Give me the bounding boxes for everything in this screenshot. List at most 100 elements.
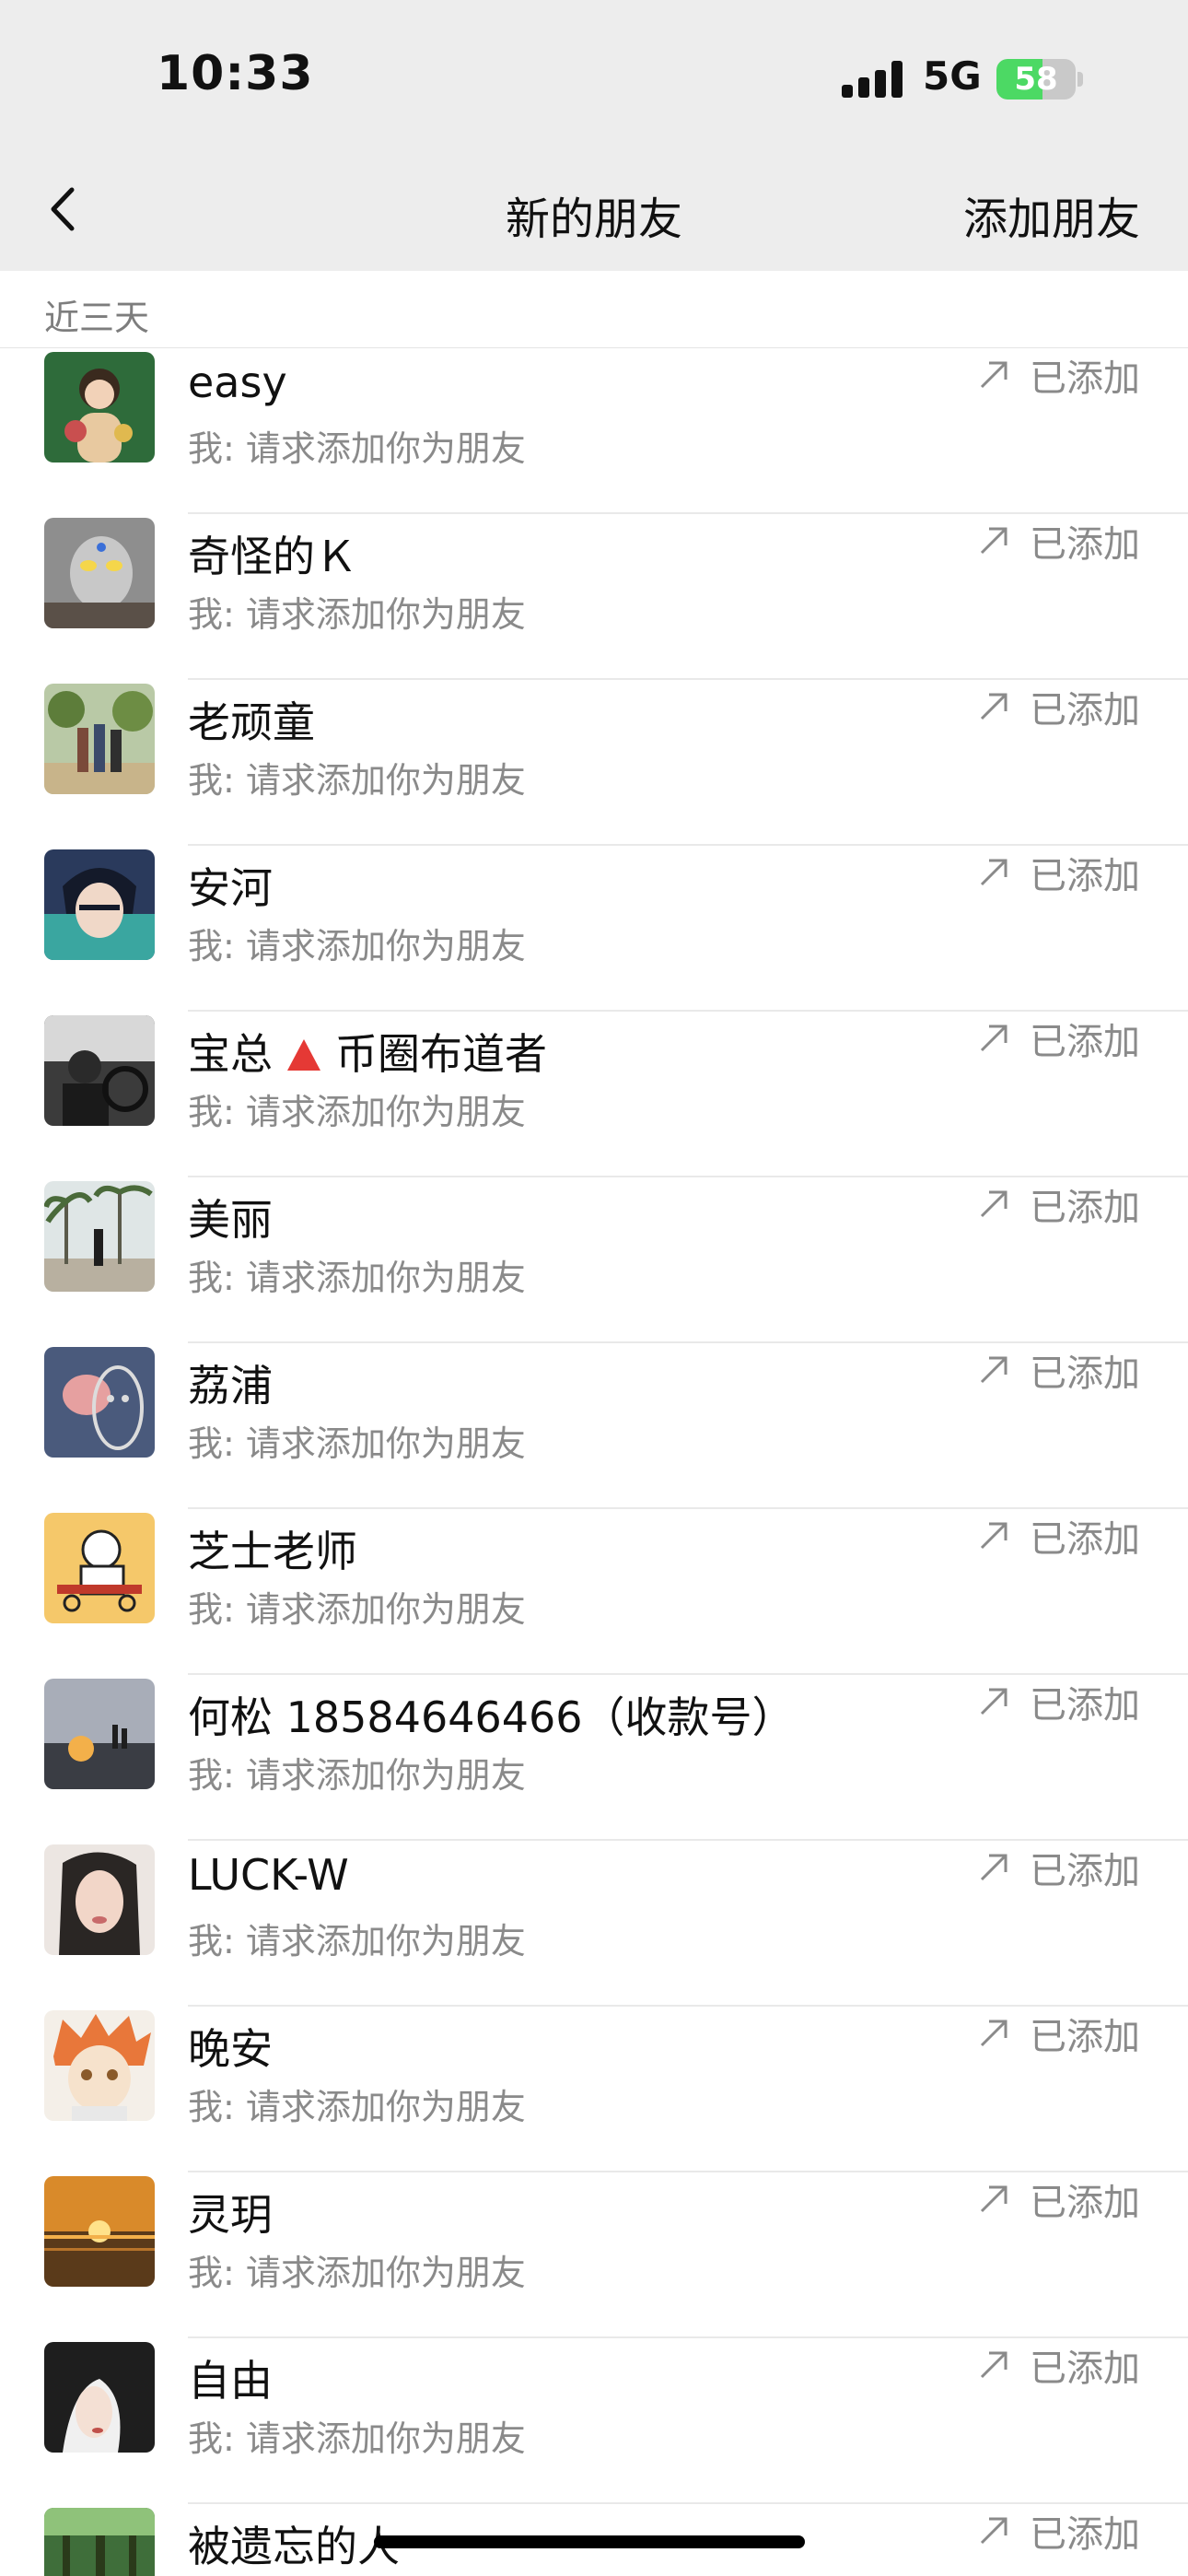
request-message: 我: 请求添加你为朋友 bbox=[188, 2418, 526, 2459]
avatar[interactable] bbox=[44, 849, 155, 960]
status-added: 已添加 bbox=[976, 2338, 1140, 2392]
friend-request-list: easy 我: 请求添加你为朋友 已添加 奇怪的Ｋ 我: 请求添加你为朋友 已添… bbox=[0, 348, 1188, 2576]
status-bar: 10:33 5G 58 bbox=[0, 0, 1188, 147]
section-header: 近三天 bbox=[0, 271, 1188, 348]
avatar[interactable] bbox=[44, 2010, 155, 2121]
status-label: 已添加 bbox=[1030, 357, 1140, 400]
avatar[interactable] bbox=[44, 1679, 155, 1789]
request-message: 我: 请求添加你为朋友 bbox=[188, 1092, 526, 1132]
contact-name: 被遗忘的人 bbox=[188, 2522, 400, 2571]
status-added: 已添加 bbox=[976, 2172, 1140, 2226]
cellular-signal-icon bbox=[842, 61, 904, 98]
request-message: 我: 请求添加你为朋友 bbox=[188, 926, 526, 966]
arrow-up-right-icon bbox=[980, 859, 1007, 886]
navigation-bar: 新的朋友 添加朋友 bbox=[0, 147, 1188, 271]
list-item[interactable]: 美丽 我: 请求添加你为朋友 已添加 bbox=[0, 1177, 1188, 1343]
contact-name: 宝总 币圈布道者 bbox=[188, 1021, 547, 1082]
status-label: 已添加 bbox=[1030, 1352, 1140, 1395]
status-added: 已添加 bbox=[976, 2007, 1140, 2060]
status-label: 已添加 bbox=[1030, 1187, 1140, 1229]
avatar[interactable] bbox=[44, 1513, 155, 1623]
contact-name: easy bbox=[188, 357, 287, 407]
list-item[interactable]: easy 我: 请求添加你为朋友 已添加 bbox=[0, 348, 1188, 514]
avatar[interactable] bbox=[44, 2508, 155, 2576]
list-item[interactable]: 荔浦 我: 请求添加你为朋友 已添加 bbox=[0, 1343, 1188, 1509]
request-message: 我: 请求添加你为朋友 bbox=[188, 1589, 526, 1630]
status-added: 已添加 bbox=[976, 1841, 1140, 1894]
list-item[interactable]: 老顽童 我: 请求添加你为朋友 已添加 bbox=[0, 680, 1188, 846]
list-item[interactable]: 何松 18584646466（收款号） 我: 请求添加你为朋友 已添加 bbox=[0, 1675, 1188, 1841]
battery-percent: 58 bbox=[1014, 61, 1058, 98]
status-added: 已添加 bbox=[976, 1509, 1140, 1563]
request-message: 我: 请求添加你为朋友 bbox=[188, 1921, 526, 1961]
avatar[interactable] bbox=[44, 684, 155, 794]
request-message: 我: 请求添加你为朋友 bbox=[188, 1755, 526, 1796]
contact-name: 奇怪的Ｋ bbox=[188, 532, 357, 581]
contact-name-suffix: 币圈布道者 bbox=[335, 1029, 547, 1079]
status-added: 已添加 bbox=[976, 1343, 1140, 1397]
arrow-up-right-icon bbox=[980, 1356, 1007, 1384]
list-item[interactable]: 宝总 币圈布道者 我: 请求添加你为朋友 已添加 bbox=[0, 1012, 1188, 1177]
list-item[interactable]: 灵玥 我: 请求添加你为朋友 已添加 bbox=[0, 2172, 1188, 2338]
request-message: 我: 请求添加你为朋友 bbox=[188, 428, 526, 469]
request-message: 我: 请求添加你为朋友 bbox=[188, 1258, 526, 1298]
contact-name: 安河 bbox=[188, 863, 273, 913]
status-added: 已添加 bbox=[976, 846, 1140, 899]
avatar[interactable] bbox=[44, 352, 155, 463]
list-item[interactable]: 安河 我: 请求添加你为朋友 已添加 bbox=[0, 846, 1188, 1012]
arrow-up-right-icon bbox=[980, 361, 1007, 389]
status-added: 已添加 bbox=[976, 514, 1140, 568]
request-message: 我: 请求添加你为朋友 bbox=[188, 594, 526, 635]
home-indicator[interactable] bbox=[374, 2535, 805, 2548]
network-type: 5G bbox=[923, 53, 982, 99]
avatar[interactable] bbox=[44, 2342, 155, 2453]
contact-name: 自由 bbox=[188, 2356, 273, 2406]
contact-name: 老顽童 bbox=[188, 697, 315, 747]
status-label: 已添加 bbox=[1030, 1021, 1140, 1063]
avatar[interactable] bbox=[44, 1015, 155, 1126]
status-label: 已添加 bbox=[1030, 523, 1140, 566]
arrow-up-right-icon bbox=[980, 2020, 1007, 2047]
contact-name: 灵玥 bbox=[188, 2190, 273, 2240]
contact-name: 何松 18584646466（收款号） bbox=[188, 1692, 795, 1742]
status-added: 已添加 bbox=[976, 1177, 1140, 1231]
arrow-up-right-icon bbox=[980, 1688, 1007, 1715]
list-item[interactable]: 自由 我: 请求添加你为朋友 已添加 bbox=[0, 2338, 1188, 2504]
list-item[interactable]: LUCK-W 我: 请求添加你为朋友 已添加 bbox=[0, 1841, 1188, 2007]
avatar[interactable] bbox=[44, 1347, 155, 1458]
list-item[interactable]: 奇怪的Ｋ 我: 请求添加你为朋友 已添加 bbox=[0, 514, 1188, 680]
arrow-up-right-icon bbox=[980, 2185, 1007, 2213]
add-friend-button[interactable]: 添加朋友 bbox=[963, 182, 1140, 247]
request-message: 我: 请求添加你为朋友 bbox=[188, 1423, 526, 1464]
status-label: 已添加 bbox=[1030, 2348, 1140, 2390]
arrow-up-right-icon bbox=[980, 693, 1007, 720]
red-triangle-icon bbox=[287, 1039, 320, 1071]
status-label: 已添加 bbox=[1030, 2016, 1140, 2058]
contact-name: 晚安 bbox=[188, 2024, 273, 2074]
contact-name: 美丽 bbox=[188, 1195, 273, 1245]
list-item[interactable]: 芝士老师 我: 请求添加你为朋友 已添加 bbox=[0, 1509, 1188, 1675]
contact-name: LUCK-W bbox=[188, 1850, 349, 1900]
contact-name: 荔浦 bbox=[188, 1361, 273, 1411]
status-added: 已添加 bbox=[976, 1012, 1140, 1065]
arrow-up-right-icon bbox=[980, 2517, 1007, 2545]
status-label: 已添加 bbox=[1030, 689, 1140, 732]
arrow-up-right-icon bbox=[980, 1854, 1007, 1881]
request-message: 我: 请求添加你为朋友 bbox=[188, 760, 526, 801]
avatar[interactable] bbox=[44, 518, 155, 628]
arrow-up-right-icon bbox=[980, 1522, 1007, 1550]
avatar[interactable] bbox=[44, 1844, 155, 1955]
battery-icon: 58 bbox=[996, 59, 1076, 100]
status-label: 已添加 bbox=[1030, 1518, 1140, 1561]
list-item[interactable]: 晚安 我: 请求添加你为朋友 已添加 bbox=[0, 2007, 1188, 2172]
arrow-up-right-icon bbox=[980, 2351, 1007, 2379]
status-label: 已添加 bbox=[1030, 855, 1140, 897]
section-title: 近三天 bbox=[44, 298, 150, 338]
contact-name: 芝士老师 bbox=[188, 1527, 357, 1576]
arrow-up-right-icon bbox=[980, 1025, 1007, 1052]
battery-cap bbox=[1077, 72, 1083, 87]
status-added: 已添加 bbox=[976, 2504, 1140, 2558]
avatar[interactable] bbox=[44, 1181, 155, 1292]
avatar[interactable] bbox=[44, 2176, 155, 2287]
status-label: 已添加 bbox=[1030, 2513, 1140, 2556]
